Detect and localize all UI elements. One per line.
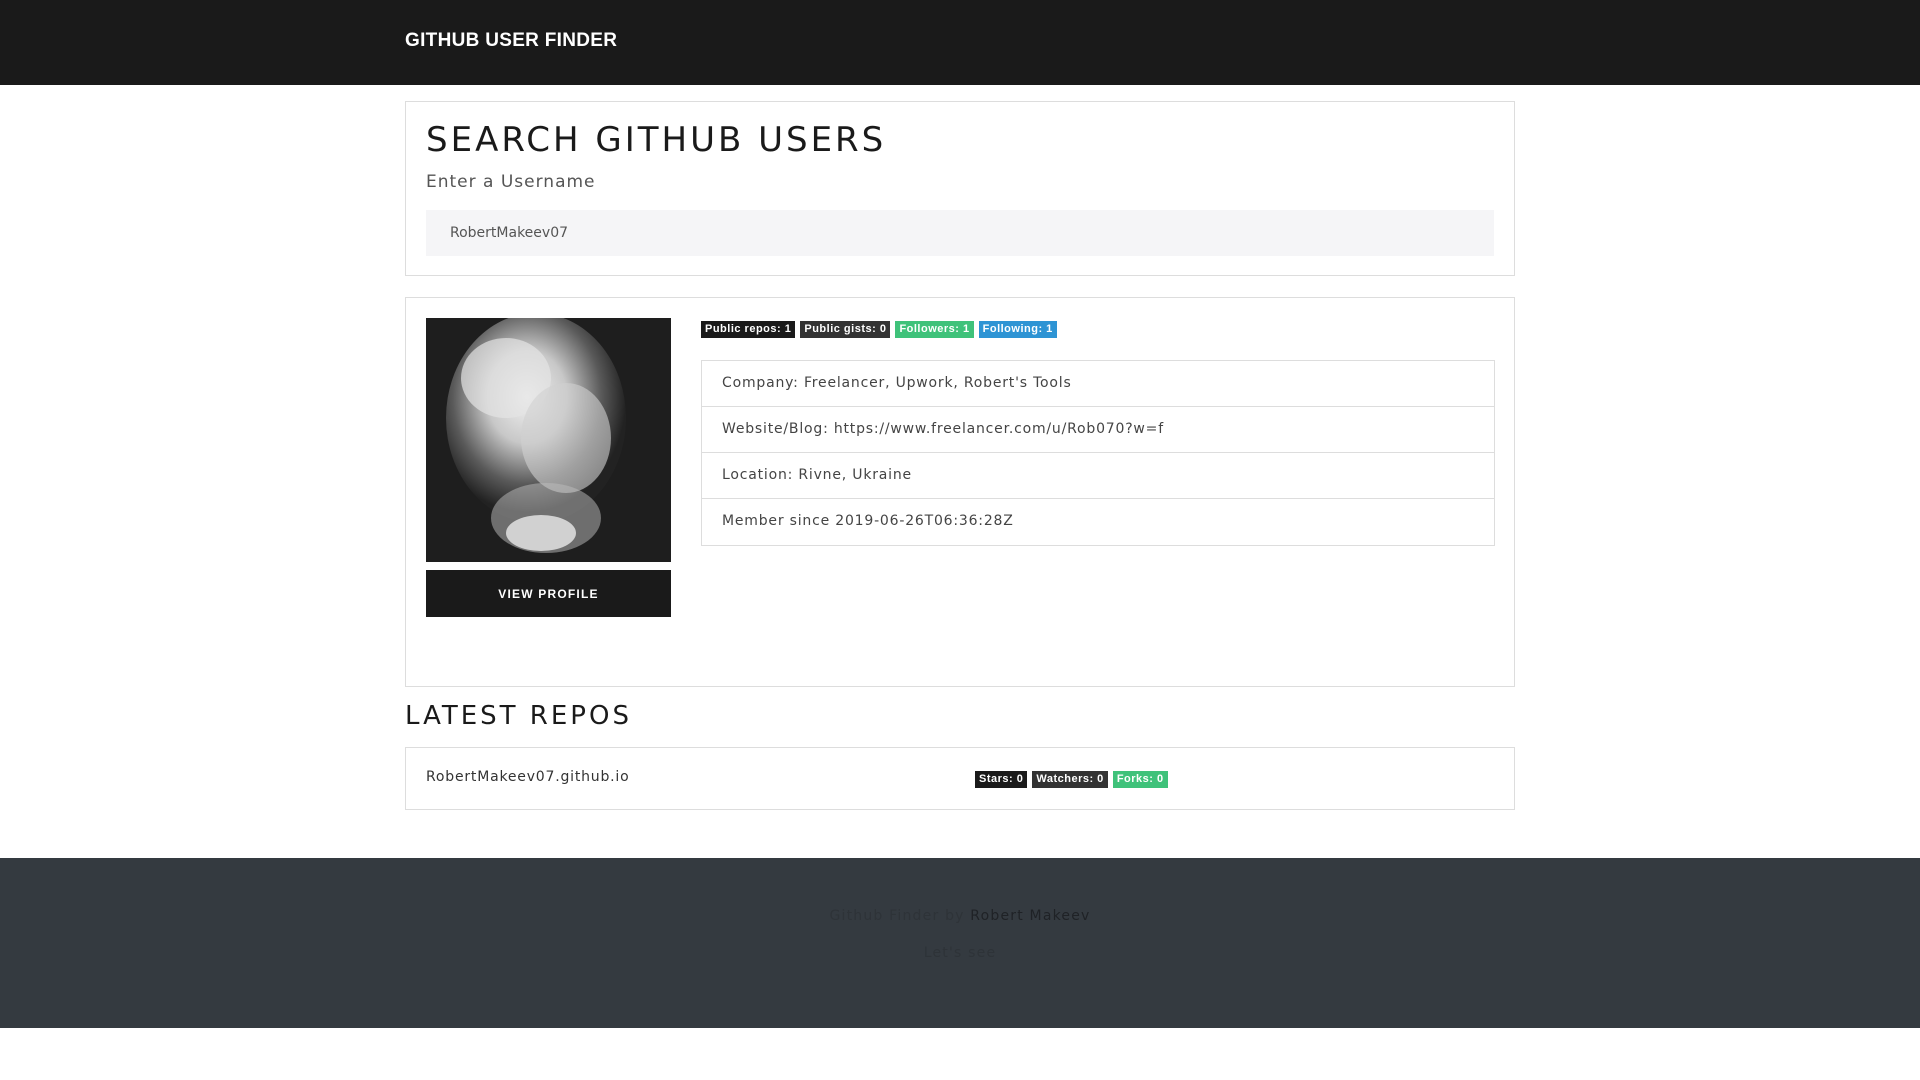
repo-card: RobertMakeev07.github.io Stars: 0 Watche… bbox=[405, 747, 1515, 810]
search-subtitle: Enter a Username bbox=[426, 172, 596, 192]
view-profile-button[interactable]: VIEW PROFILE bbox=[426, 570, 671, 617]
profile-info-list: Company: Freelancer, Upwork, Robert's To… bbox=[701, 360, 1495, 546]
avatar-image bbox=[426, 318, 671, 562]
website-item: Website/Blog: https://www.freelancer.com… bbox=[702, 407, 1494, 453]
following-badge: Following: 1 bbox=[978, 321, 1057, 338]
search-input[interactable] bbox=[426, 210, 1494, 256]
company-item: Company: Freelancer, Upwork, Robert's To… bbox=[702, 361, 1494, 407]
followers-badge: Followers: 1 bbox=[895, 321, 974, 338]
stars-badge: Stars: 0 bbox=[975, 771, 1028, 788]
watchers-badge: Watchers: 0 bbox=[1032, 771, 1108, 788]
location-item: Location: Rivne, Ukraine bbox=[702, 453, 1494, 499]
footer-author-link[interactable]: Robert Makeev bbox=[970, 908, 1090, 924]
footer-prefix: Github Finder by bbox=[829, 908, 971, 924]
footer-credit: Github Finder by Robert Makeev bbox=[0, 908, 1920, 924]
public-gists-badge: Public gists: 0 bbox=[800, 321, 891, 338]
forks-badge: Forks: 0 bbox=[1112, 771, 1168, 788]
public-repos-badge: Public repos: 1 bbox=[701, 321, 796, 338]
repo-badges: Stars: 0 Watchers: 0 Forks: 0 bbox=[975, 771, 1168, 788]
profile-badges: Public repos: 1 Public gists: 0 Follower… bbox=[701, 321, 1057, 338]
member-since-item: Member since 2019-06-26T06:36:28Z bbox=[722, 513, 1014, 529]
navbar: GITHUB USER FINDER bbox=[0, 0, 1920, 85]
profile-card: VIEW PROFILE Public repos: 1 Public gist… bbox=[405, 297, 1515, 687]
avatar bbox=[426, 318, 671, 562]
search-card: SEARCH GITHUB USERS Enter a Username bbox=[405, 101, 1515, 276]
footer-tagline: Let's see bbox=[923, 945, 997, 961]
brand-title[interactable]: GITHUB USER FINDER bbox=[405, 30, 617, 52]
footer: Github Finder by Robert Makeev Let's see bbox=[0, 858, 1920, 1028]
repo-link[interactable]: RobertMakeev07.github.io bbox=[426, 769, 629, 785]
page-title: SEARCH GITHUB USERS bbox=[426, 120, 887, 160]
latest-repos-title: LATEST REPOS bbox=[405, 701, 632, 731]
